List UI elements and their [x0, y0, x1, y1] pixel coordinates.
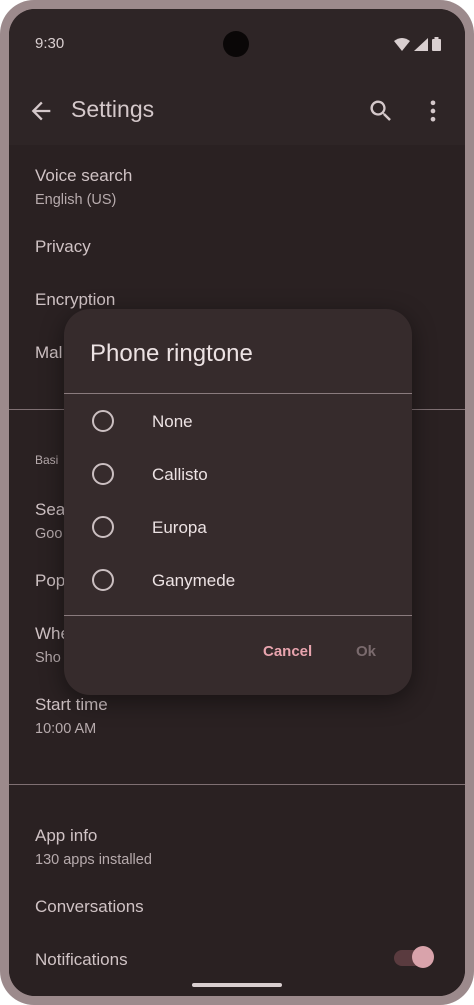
ringtone-option-europa[interactable]: Europa	[64, 501, 412, 553]
dialog-divider-top	[64, 393, 412, 394]
radio-button[interactable]	[92, 516, 114, 538]
ringtone-option-ganymede[interactable]: Ganymede	[64, 554, 412, 606]
dialog-divider-bottom	[64, 615, 412, 616]
ringtone-option-none[interactable]: None	[64, 395, 412, 447]
option-label: Ganymede	[152, 571, 236, 590]
dialog-title: Phone ringtone	[90, 340, 253, 367]
option-label: None	[152, 412, 193, 431]
radio-button[interactable]	[92, 463, 114, 485]
radio-button[interactable]	[92, 569, 114, 591]
option-label: Europa	[152, 518, 207, 537]
screen: 9:30 Settings Voice search English (US) …	[9, 9, 465, 996]
ok-button[interactable]: Ok	[356, 643, 376, 660]
option-label: Callisto	[152, 465, 208, 484]
ringtone-dialog: Phone ringtone None Callisto Europa Gany…	[64, 309, 412, 695]
radio-button[interactable]	[92, 410, 114, 432]
cancel-button[interactable]: Cancel	[263, 643, 312, 660]
ringtone-option-callisto[interactable]: Callisto	[64, 448, 412, 500]
device-frame: 9:30 Settings Voice search English (US) …	[0, 0, 474, 1005]
